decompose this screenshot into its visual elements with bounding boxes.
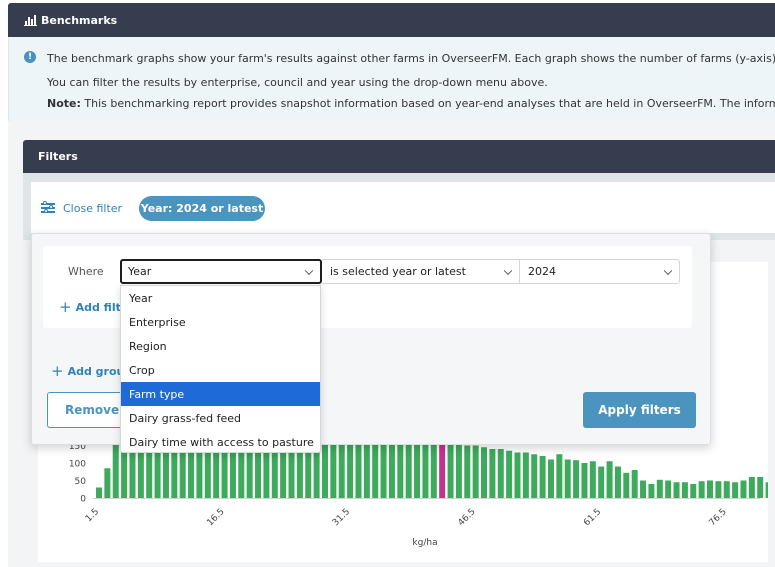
- operator-select-value: is selected year or latest: [330, 265, 466, 278]
- note-text: This benchmarking report provides snapsh…: [80, 97, 775, 110]
- chart-bar: [681, 482, 688, 498]
- remove-filters-button[interactable]: Remove filters: [47, 392, 122, 428]
- chart-bar: [740, 480, 747, 498]
- chart-bar: [589, 461, 596, 498]
- y-tick-label: 100: [69, 460, 86, 470]
- x-tick-label: 46.5: [456, 507, 477, 528]
- page: Benchmarks ! The benchmark graphs show y…: [0, 0, 775, 567]
- chart-bar: [631, 470, 638, 498]
- x-tick-label: 16.5: [205, 507, 226, 528]
- chart-bar: [564, 459, 571, 498]
- sliders-icon: [41, 201, 55, 214]
- chart-bar: [640, 480, 647, 498]
- info-line-1: The benchmark graphs show your farm's re…: [47, 52, 775, 65]
- x-tick-label: 31.5: [331, 507, 352, 528]
- close-filter-button[interactable]: Close filter: [41, 199, 122, 217]
- add-filter-label: Add filter: [75, 301, 121, 314]
- add-group-link[interactable]: +Add group: [51, 365, 121, 378]
- chart-bar: [614, 466, 621, 498]
- chart-bar: [606, 461, 613, 498]
- field-dropdown-menu: Year Enterprise Region Crop Farm type Da…: [120, 285, 321, 453]
- bar-chart-icon: [24, 14, 37, 26]
- chart-bar: [698, 481, 705, 498]
- chart-bar: [539, 456, 546, 498]
- y-tick-label: 50: [75, 477, 87, 487]
- chart-bar: [715, 481, 722, 498]
- plus-icon: +: [59, 301, 72, 314]
- chevron-down-icon: [663, 266, 673, 275]
- chart-bar: [648, 484, 655, 498]
- where-label: Where: [68, 265, 104, 278]
- chart-bar: [522, 452, 529, 498]
- chart-bar: [690, 484, 697, 498]
- chart-bar: [112, 442, 119, 498]
- active-filter-pill[interactable]: Year: 2024 or latest: [139, 196, 265, 221]
- info-icon: !: [24, 51, 36, 63]
- dropdown-option[interactable]: Dairy grass-fed feed: [121, 406, 320, 430]
- benchmarks-header: Benchmarks: [8, 3, 775, 37]
- add-filter-link[interactable]: +Add filter: [59, 301, 121, 314]
- value-select[interactable]: 2024: [519, 259, 680, 284]
- value-select-value: 2024: [528, 265, 556, 278]
- chart-bar: [506, 450, 513, 498]
- note-label: Note:: [47, 97, 81, 110]
- x-tick-label: 61.5: [582, 507, 603, 528]
- info-line-2: You can filter the results by enterprise…: [47, 76, 548, 89]
- dropdown-option[interactable]: Region: [121, 334, 320, 358]
- dropdown-option[interactable]: Dairy time with access to pasture: [121, 430, 320, 454]
- chart-bar: [765, 482, 768, 498]
- chart-bar: [531, 454, 538, 498]
- x-tick-label: 1.5: [84, 507, 101, 524]
- chart-bar: [573, 460, 580, 498]
- filters-title: Filters: [38, 150, 78, 163]
- filters-header: Filters: [23, 140, 775, 173]
- info-note: Note: This benchmarking report provides …: [47, 97, 775, 110]
- chevron-down-icon: [304, 266, 314, 275]
- chart-bar: [673, 482, 680, 498]
- chevron-down-icon: [503, 266, 513, 275]
- plus-icon: +: [51, 365, 64, 378]
- chart-bar: [707, 480, 714, 498]
- page-title: Benchmarks: [41, 13, 118, 27]
- chart-bar: [581, 463, 588, 498]
- chart-bar: [481, 447, 488, 498]
- chart-bar: [656, 479, 663, 498]
- dropdown-option[interactable]: Enterprise: [121, 310, 320, 334]
- operator-select[interactable]: is selected year or latest: [322, 259, 520, 284]
- chart-bar: [489, 449, 496, 498]
- apply-filters-button[interactable]: Apply filters: [583, 392, 696, 428]
- chart-bar: [598, 466, 605, 498]
- chart-bar: [455, 442, 462, 498]
- add-group-label: Add group: [67, 365, 121, 378]
- dropdown-option[interactable]: Crop: [121, 358, 320, 382]
- chart-bar: [748, 477, 755, 498]
- field-select[interactable]: Year: [120, 259, 322, 284]
- chart-bar: [104, 468, 111, 498]
- x-axis-label: kg/ha: [412, 538, 437, 548]
- chart-bar: [757, 477, 764, 498]
- chart-bar: [723, 481, 730, 498]
- info-panel: ! The benchmark graphs show your farm's …: [8, 37, 775, 121]
- x-tick-label: 76.5: [708, 507, 729, 528]
- close-filter-label: Close filter: [63, 201, 123, 215]
- field-select-value: Year: [128, 265, 152, 278]
- dropdown-option-highlighted[interactable]: Farm type: [121, 382, 320, 406]
- chart-bar: [464, 445, 471, 498]
- chart-bar: [497, 449, 504, 498]
- chart-bar: [514, 452, 521, 498]
- dropdown-option[interactable]: Year: [121, 286, 320, 310]
- chart-bar: [623, 472, 630, 498]
- chart-bar: [472, 445, 479, 498]
- chart-bar: [96, 487, 102, 498]
- chart-bar: [665, 480, 672, 498]
- chart-bar: [732, 482, 739, 498]
- chart-bar: [547, 459, 554, 498]
- left-gutter: [0, 0, 8, 567]
- chart-bar: [556, 454, 563, 498]
- y-tick-label: 0: [80, 495, 86, 505]
